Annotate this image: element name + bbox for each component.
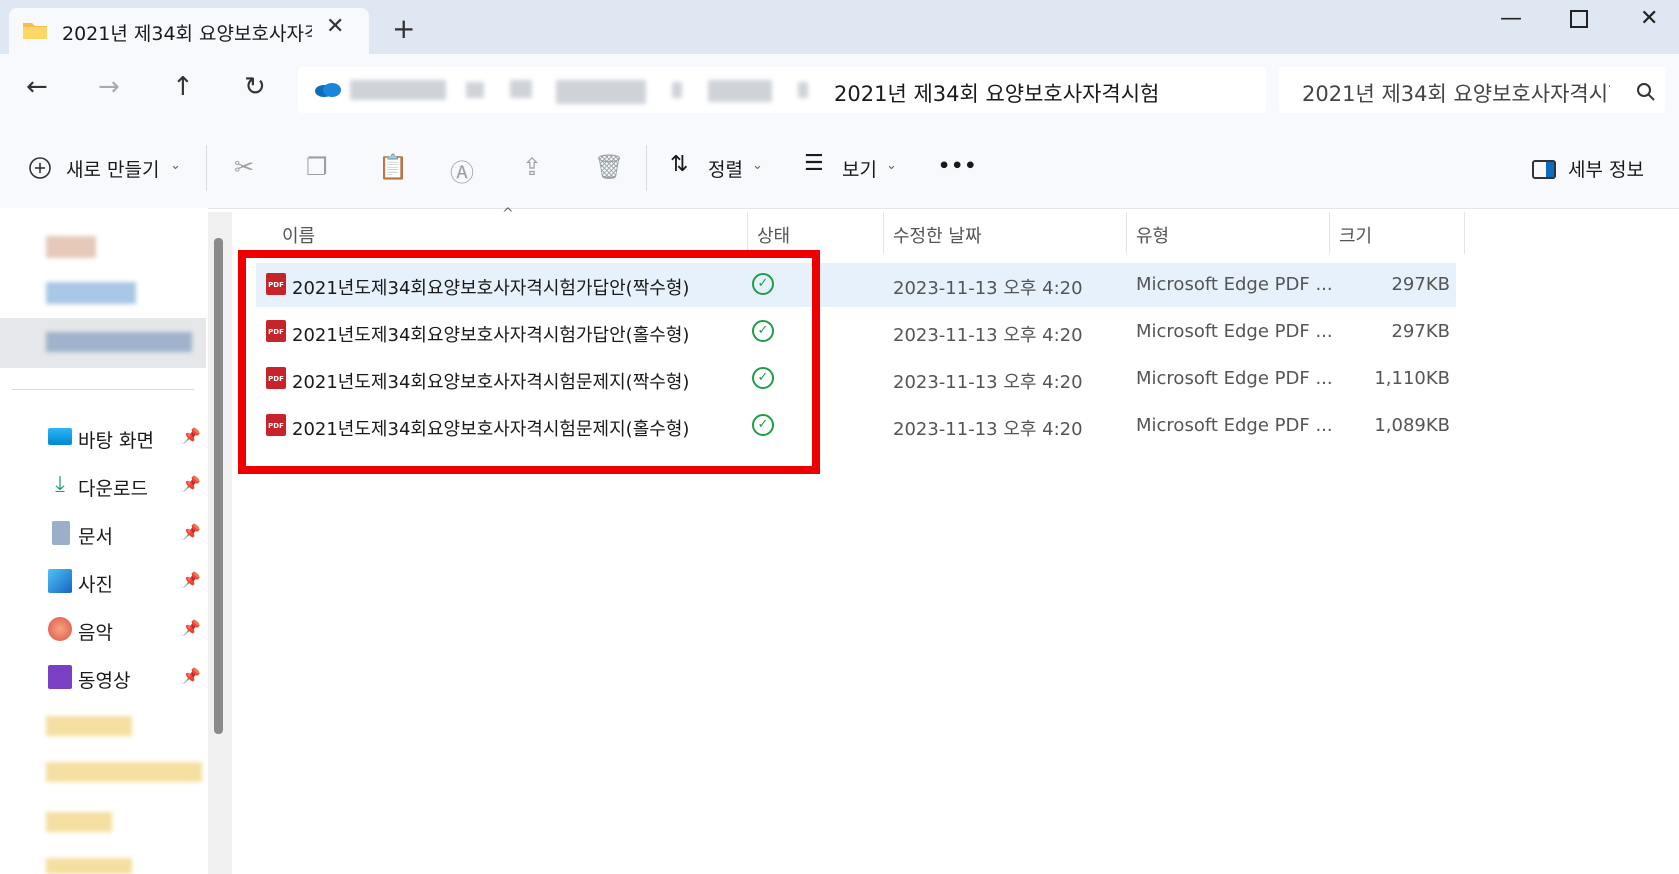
music-icon [48, 617, 72, 641]
sidebar-item-desktop[interactable]: 바탕 화면 📌 [44, 421, 204, 455]
redacted-folder[interactable] [46, 716, 132, 736]
pin-icon[interactable]: 📌 [182, 427, 201, 445]
sidebar-divider [12, 389, 194, 390]
redacted-path [708, 80, 772, 102]
sidebar-item-videos[interactable]: 동영상 📌 [44, 661, 204, 695]
sidebar-item-label: 다운로드 [78, 478, 148, 500]
forward-icon[interactable]: → [98, 72, 120, 102]
file-type: Microsoft Edge PDF ... [1136, 415, 1333, 436]
back-icon[interactable]: ← [26, 72, 48, 102]
documents-icon [52, 521, 70, 545]
more-options-button[interactable]: ••• [938, 155, 977, 177]
close-tab-icon[interactable]: ✕ [326, 14, 344, 39]
view-button[interactable]: 보기 [842, 155, 877, 182]
view-icon: ☰ [804, 151, 824, 176]
sidebar-scrollbar-thumb[interactable] [214, 238, 223, 734]
chevron-down-icon[interactable]: ⌄ [886, 158, 897, 173]
column-header-type[interactable]: 유형 [1136, 222, 1169, 248]
onedrive-icon [315, 83, 341, 97]
column-header-name[interactable]: 이름 [282, 222, 315, 248]
sidebar-item-music[interactable]: 음악 📌 [44, 613, 204, 647]
pin-icon[interactable]: 📌 [182, 475, 201, 493]
file-size: 297KB [1391, 321, 1450, 342]
pictures-icon [48, 569, 72, 593]
pin-icon[interactable]: 📌 [182, 667, 201, 685]
file-type: Microsoft Edge PDF ... [1136, 321, 1333, 342]
column-header-status[interactable]: 상태 [757, 222, 790, 248]
new-button[interactable]: 새로 만들기 [66, 155, 159, 182]
up-icon[interactable]: ↑ [172, 72, 194, 102]
file-type: Microsoft Edge PDF ... [1136, 274, 1333, 295]
redacted-path [350, 80, 446, 100]
minimize-icon[interactable]: — [1500, 6, 1522, 31]
chevron-down-icon[interactable]: ⌄ [752, 158, 763, 173]
tab-title: 2021년 제34회 요양보호사자격시험 [62, 23, 312, 45]
details-button[interactable]: 세부 정보 [1568, 155, 1644, 182]
file-size: 297KB [1391, 274, 1450, 295]
column-header-size[interactable]: 크기 [1339, 222, 1372, 248]
sidebar-item-documents[interactable]: 문서 📌 [44, 517, 204, 551]
breadcrumb-current[interactable]: 2021년 제34회 요양보호사자격시험 [834, 78, 1159, 108]
folder-icon [23, 23, 47, 39]
search-icon[interactable] [1636, 82, 1656, 102]
sort-button[interactable]: 정렬 [708, 155, 743, 182]
sidebar-item-downloads[interactable]: ⤓ 다운로드 📌 [44, 469, 204, 503]
new-tab-button[interactable]: + [392, 12, 415, 45]
file-type: Microsoft Edge PDF ... [1136, 368, 1333, 389]
redacted-path [798, 82, 808, 98]
close-window-icon[interactable]: ✕ [1640, 6, 1658, 31]
paste-icon[interactable]: 📋 [378, 153, 408, 181]
sort-caret-icon: ^ [502, 206, 514, 222]
sidebar-item-pictures[interactable]: 사진 📌 [44, 565, 204, 599]
redacted-path [672, 82, 682, 98]
column-header-modified[interactable]: 수정한 날짜 [893, 222, 982, 248]
sidebar-item-label: 바탕 화면 [78, 430, 154, 452]
sidebar-item-label: 사진 [78, 574, 113, 596]
pin-icon[interactable]: 📌 [182, 523, 201, 541]
highlight-annotation-box [238, 250, 820, 474]
maximize-icon[interactable] [1570, 10, 1588, 28]
sidebar-item-label: 동영상 [78, 670, 131, 692]
file-modified: 2023-11-13 오후 4:20 [893, 278, 1083, 299]
file-modified: 2023-11-13 오후 4:20 [893, 325, 1083, 346]
redacted-item[interactable] [46, 236, 96, 258]
file-modified: 2023-11-13 오후 4:20 [893, 372, 1083, 393]
redacted-folder[interactable] [46, 858, 132, 874]
plus-circle-icon [29, 157, 51, 179]
file-size: 1,110KB [1374, 368, 1450, 389]
pin-icon[interactable]: 📌 [182, 571, 201, 589]
redacted-item[interactable] [46, 332, 192, 352]
sidebar-item-label: 문서 [78, 526, 113, 548]
copy-icon[interactable]: ❐ [306, 153, 328, 181]
redacted-path [510, 80, 532, 98]
file-modified: 2023-11-13 오후 4:20 [893, 419, 1083, 440]
file-size: 1,089KB [1374, 415, 1450, 436]
redacted-folder[interactable] [46, 812, 112, 832]
redacted-folder[interactable] [46, 762, 202, 782]
redacted-path [466, 82, 484, 98]
chevron-down-icon[interactable]: ⌄ [170, 158, 181, 173]
desktop-icon [48, 428, 72, 445]
cut-icon[interactable]: ✂ [234, 153, 254, 181]
redacted-path [556, 80, 646, 104]
videos-icon [48, 665, 72, 689]
search-input[interactable]: 2021년 제34회 요양보호사자격시험 [1302, 78, 1610, 108]
rename-icon[interactable]: Ⓐ [450, 153, 474, 188]
sort-icon: ⇅ [670, 152, 689, 177]
refresh-icon[interactable]: ↻ [244, 72, 266, 102]
pin-icon[interactable]: 📌 [182, 619, 201, 637]
details-pane-icon [1532, 160, 1556, 179]
redacted-item[interactable] [46, 282, 136, 304]
delete-icon[interactable]: 🗑 [594, 153, 624, 181]
sidebar-item-label: 음악 [78, 622, 113, 644]
download-icon: ⤓ [55, 472, 65, 497]
share-icon[interactable]: ⇪ [522, 153, 542, 181]
